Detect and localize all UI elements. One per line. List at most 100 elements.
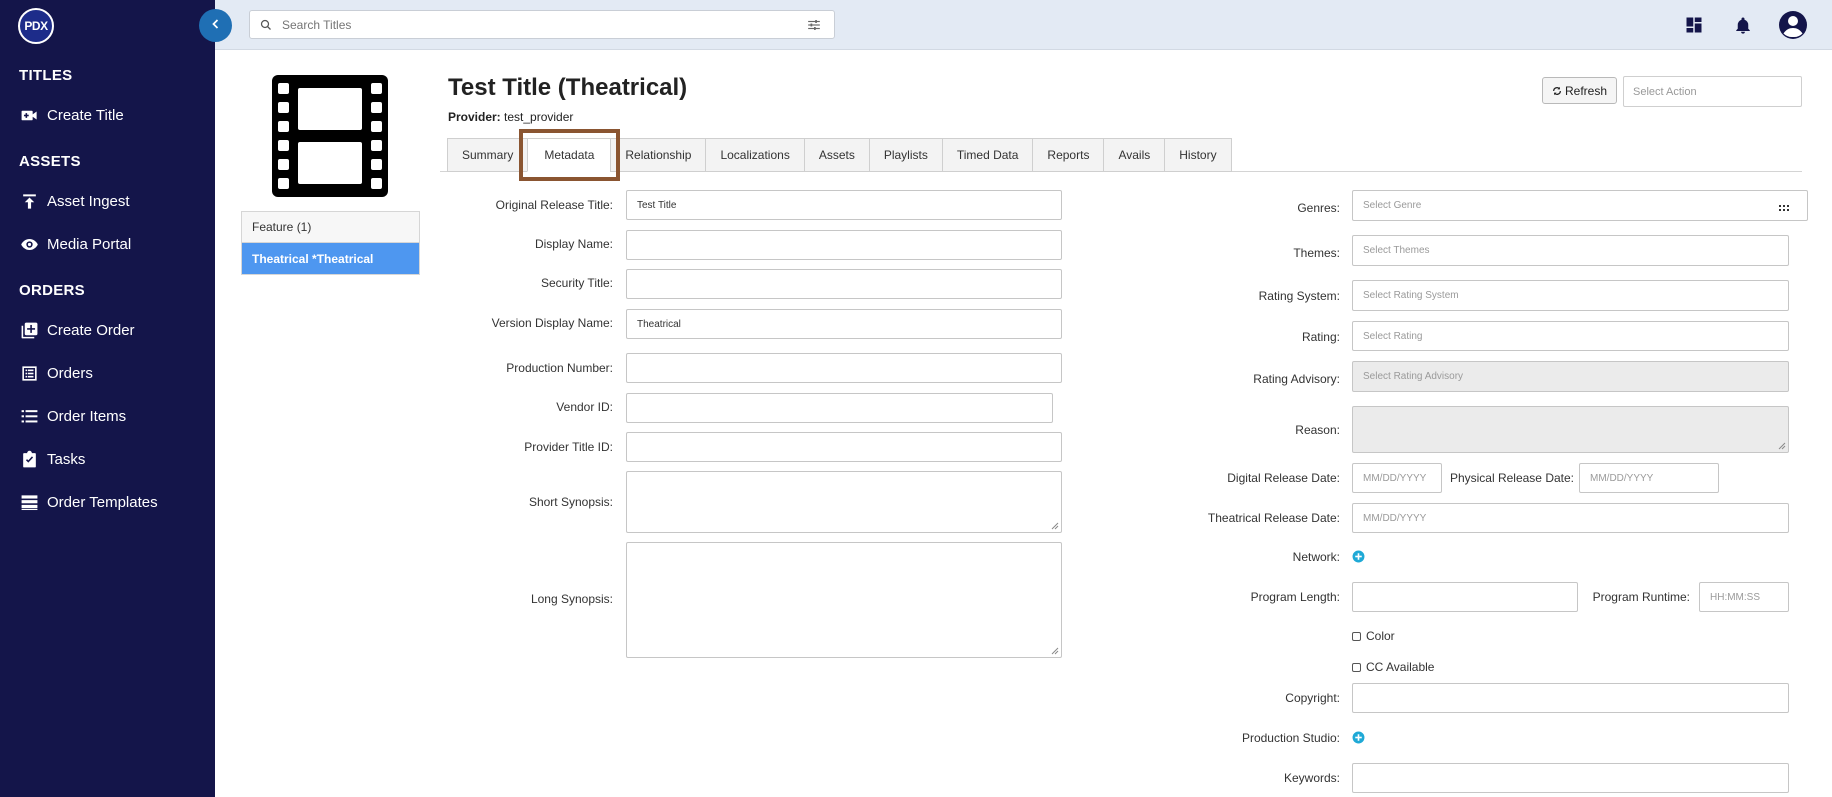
account-icon[interactable] bbox=[1777, 9, 1809, 41]
add-production-studio-icon[interactable] bbox=[1352, 731, 1365, 744]
top-bar bbox=[215, 0, 1832, 50]
sidebar-item-label: Tasks bbox=[47, 450, 86, 468]
display-name-field[interactable] bbox=[626, 230, 1062, 260]
sidebar-item-label: Create Order bbox=[47, 321, 135, 339]
refresh-button[interactable]: Refresh bbox=[1542, 77, 1617, 104]
cc-available-checkbox-label: CC Available bbox=[1366, 660, 1435, 674]
upload-icon bbox=[19, 191, 39, 211]
program-length-label: Program Length: bbox=[1250, 590, 1340, 604]
rating-label: Rating: bbox=[1301, 330, 1340, 344]
version-display-name-field[interactable]: Theatrical bbox=[626, 309, 1062, 339]
vendor-id-field[interactable] bbox=[626, 393, 1053, 423]
rating-select[interactable]: Select Rating bbox=[1352, 321, 1789, 351]
program-runtime-field[interactable]: HH:MM:SS bbox=[1699, 582, 1789, 612]
sidebar-item-label: Create Title bbox=[47, 106, 124, 124]
provider-title-id-label: Provider Title ID: bbox=[524, 440, 613, 454]
sidebar-item-orders[interactable]: Orders bbox=[19, 359, 93, 387]
genres-label: Genres: bbox=[1297, 201, 1340, 215]
tab-summary[interactable]: Summary bbox=[447, 138, 528, 172]
short-synopsis-field[interactable] bbox=[626, 471, 1062, 533]
tab-avails[interactable]: Avails bbox=[1103, 138, 1165, 172]
themes-label: Themes: bbox=[1293, 246, 1340, 260]
resize-grip-icon[interactable] bbox=[1051, 647, 1059, 655]
list-icon bbox=[19, 406, 39, 426]
tab-bar: Summary Metadata Relationship Localizati… bbox=[447, 138, 1232, 172]
search-icon bbox=[256, 19, 276, 31]
filter-sliders-icon[interactable] bbox=[802, 19, 826, 31]
provider-title-id-field[interactable] bbox=[626, 432, 1062, 462]
security-title-label: Security Title: bbox=[540, 276, 613, 290]
table-icon bbox=[19, 492, 39, 512]
rating-system-select[interactable]: Select Rating System bbox=[1352, 280, 1789, 311]
tab-metadata[interactable]: Metadata bbox=[527, 138, 611, 172]
variant-item-theatrical[interactable]: Theatrical *Theatrical bbox=[242, 243, 419, 274]
bell-icon[interactable] bbox=[1730, 12, 1756, 38]
version-display-name-label: Version Display Name: bbox=[491, 316, 613, 330]
variant-item-feature[interactable]: Feature (1) bbox=[242, 212, 419, 243]
rating-advisory-label: Rating Advisory: bbox=[1253, 372, 1340, 386]
genres-select[interactable]: Select Genre bbox=[1352, 190, 1808, 221]
tab-relationship[interactable]: Relationship bbox=[610, 138, 706, 172]
sidebar-item-label: Asset Ingest bbox=[47, 192, 130, 210]
resize-grip-icon[interactable] bbox=[1051, 522, 1059, 530]
original-release-title-field[interactable]: Test Title bbox=[626, 190, 1062, 220]
sidebar-item-label: Orders bbox=[47, 364, 93, 382]
sidebar-collapse-button[interactable] bbox=[199, 9, 232, 42]
sidebar-item-order-items[interactable]: Order Items bbox=[19, 402, 126, 430]
provider-line: Provider: test_provider bbox=[448, 110, 573, 124]
checkbox-box[interactable] bbox=[1352, 631, 1361, 641]
color-checkbox[interactable]: Color bbox=[1352, 629, 1395, 643]
pdx-logo[interactable]: PDX bbox=[18, 8, 54, 44]
sidebar-item-label: Media Portal bbox=[47, 235, 132, 253]
add-network-icon[interactable] bbox=[1352, 550, 1365, 563]
production-number-label: Production Number: bbox=[506, 361, 613, 375]
rating-system-label: Rating System: bbox=[1258, 289, 1340, 303]
reason-field[interactable] bbox=[1352, 406, 1789, 453]
sidebar-item-create-title[interactable]: Create Title bbox=[19, 101, 124, 129]
sidebar-item-label: Order Items bbox=[47, 407, 127, 425]
theatrical-release-date-field[interactable]: MM/DD/YYYY bbox=[1352, 503, 1789, 533]
keywords-field[interactable] bbox=[1352, 763, 1789, 793]
title-search-box[interactable] bbox=[249, 10, 835, 39]
program-length-field[interactable] bbox=[1352, 582, 1578, 612]
display-name-label: Display Name: bbox=[534, 237, 613, 251]
list-box-icon bbox=[19, 363, 39, 383]
digital-release-date-field[interactable]: MM/DD/YYYY bbox=[1352, 463, 1442, 493]
resize-grip-icon[interactable] bbox=[1778, 442, 1786, 450]
tab-assets[interactable]: Assets bbox=[803, 138, 869, 172]
tab-timed-data[interactable]: Timed Data bbox=[941, 138, 1033, 172]
provider-value: test_provider bbox=[504, 110, 574, 124]
copyright-field[interactable] bbox=[1352, 683, 1789, 713]
sidebar-item-media-portal[interactable]: Media Portal bbox=[19, 230, 131, 258]
sidebar-item-create-order[interactable]: Create Order bbox=[19, 316, 135, 344]
long-synopsis-field[interactable] bbox=[626, 542, 1062, 658]
sidebar-item-order-templates[interactable]: Order Templates bbox=[19, 488, 158, 516]
eye-icon bbox=[19, 234, 39, 254]
physical-release-date-field[interactable]: MM/DD/YYYY bbox=[1579, 463, 1719, 493]
sidebar-item-asset-ingest[interactable]: Asset Ingest bbox=[19, 187, 130, 215]
film-strip-icon bbox=[272, 75, 388, 197]
cc-available-checkbox[interactable]: CC Available bbox=[1352, 660, 1434, 674]
tab-history[interactable]: History bbox=[1164, 138, 1232, 172]
vendor-id-label: Vendor ID: bbox=[556, 400, 613, 414]
refresh-label: Refresh bbox=[1564, 83, 1608, 98]
tab-reports[interactable]: Reports bbox=[1032, 138, 1104, 172]
chevron-left-icon bbox=[210, 17, 222, 35]
themes-select[interactable]: Select Themes bbox=[1352, 235, 1789, 266]
add-box-icon bbox=[19, 320, 39, 340]
sidebar-section-orders: ORDERS bbox=[19, 282, 85, 299]
grid-dots-icon[interactable] bbox=[1779, 200, 1790, 218]
dashboard-icon[interactable] bbox=[1681, 12, 1707, 38]
keywords-label: Keywords: bbox=[1283, 771, 1340, 785]
color-checkbox-label: Color bbox=[1366, 629, 1395, 643]
tab-playlists[interactable]: Playlists bbox=[868, 138, 942, 172]
sidebar-item-tasks[interactable]: Tasks bbox=[19, 445, 85, 473]
digital-release-date-label: Digital Release Date: bbox=[1227, 471, 1340, 485]
action-select[interactable]: Select Action bbox=[1623, 76, 1802, 107]
tab-localizations[interactable]: Localizations bbox=[705, 138, 804, 172]
security-title-field[interactable] bbox=[626, 269, 1062, 299]
rating-advisory-select[interactable]: Select Rating Advisory bbox=[1352, 361, 1789, 392]
checkbox-box[interactable] bbox=[1352, 662, 1361, 672]
search-input[interactable] bbox=[276, 16, 802, 33]
production-number-field[interactable] bbox=[626, 353, 1062, 383]
